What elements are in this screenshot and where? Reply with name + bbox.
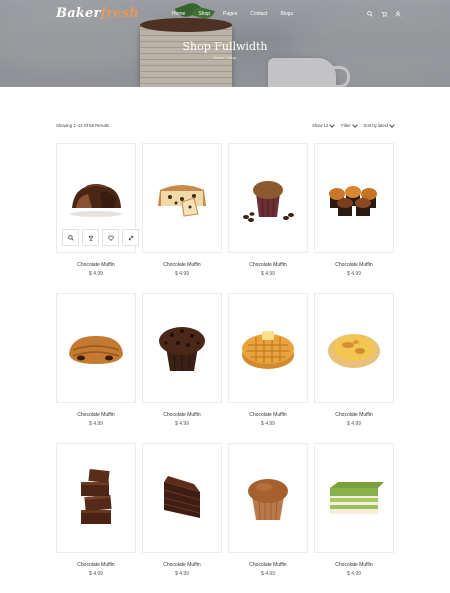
product-image[interactable] [142,143,222,253]
product-price: $ 4.99 [89,421,103,427]
user-icon[interactable] [394,10,401,17]
product-actions [62,229,139,246]
product-card[interactable]: Chocolate Muffin $ 4.99 [228,293,308,443]
chevron-down-icon [389,121,395,128]
expand-icon [128,235,133,240]
chevron-down-icon [329,121,336,128]
menu-item-pages[interactable]: Pages [223,11,237,17]
chocolate-cake-slice-image [163,476,201,518]
product-card[interactable]: Chocolate Muffin $ 4.99 [314,143,394,293]
product-card[interactable]: Chocolate Muffin $ 4.99 [56,293,136,443]
plain-muffin-image [248,479,288,521]
product-name[interactable]: Chocolate Muffin [228,262,308,268]
product-name[interactable]: Chocolate Muffin [228,562,308,568]
expand-button[interactable] [122,229,139,246]
search-icon [67,234,74,241]
filter-label: Filter [341,123,351,128]
product-price: $ 4.99 [261,421,275,427]
product-image[interactable] [142,443,222,553]
product-name[interactable]: Chocolate Muffin [56,262,136,268]
compare-button[interactable] [82,229,99,246]
menu-item-contact[interactable]: Contact [250,11,267,17]
product-grid: Chocolate Muffin $ 4.99 Chocolate Muffin… [56,143,394,593]
site-logo[interactable]: Bakerfresh [56,6,139,21]
nav-icons [366,10,401,17]
chocolate-bundt-cake-image [70,184,122,217]
menu-item-blogs[interactable]: Blogs [280,11,293,17]
product-price: $ 4.99 [89,271,103,277]
product-price: $ 4.99 [261,271,275,277]
compare-icon [88,235,93,241]
heart-icon [107,235,114,241]
menu-item-shop[interactable]: Shop [198,11,210,17]
show-count-dropdown[interactable]: Show 12 [311,121,336,128]
product-name[interactable]: Chocolate Muffin [142,412,222,418]
sort-label: Sort by latest [363,123,388,128]
logo-accent-text: fresh [100,6,140,21]
cart-icon[interactable] [380,10,387,17]
product-image[interactable] [228,143,308,253]
product-name[interactable]: Chocolate Muffin [56,412,136,418]
filter-dropdown[interactable]: Filter [341,121,358,128]
product-name[interactable]: Chocolate Muffin [314,562,394,568]
chevron-down-icon [351,121,358,128]
product-name[interactable]: Chocolate Muffin [56,562,136,568]
waffle-with-butter-image [242,331,294,369]
main-menu: Home Shop Pages Contact Blogs [172,11,306,17]
muffin-with-coffee-beans-image [243,181,294,222]
product-name[interactable]: Chocolate Muffin [142,562,222,568]
product-image[interactable] [314,143,394,253]
hero-banner: Bakerfresh Home Shop Pages Contact Blogs… [0,0,450,87]
top-navigation: Bakerfresh Home Shop Pages Contact Blogs [0,0,450,28]
show-count-label: Show 12 [311,123,329,128]
egg-tart-image [328,334,380,368]
product-image[interactable] [142,293,222,403]
search-icon[interactable] [366,10,373,17]
product-card[interactable]: Chocolate Muffin $ 4.99 [142,143,222,293]
product-price: $ 4.99 [175,421,189,427]
product-card[interactable]: Chocolate Muffin $ 4.99 [142,293,222,443]
page-title: Shop Fullwidth [182,40,268,53]
sliced-pound-cake-image [158,185,206,217]
product-name[interactable]: Chocolate Muffin [228,412,308,418]
product-price: $ 4.99 [261,571,275,577]
product-card[interactable]: Chocolate Muffin $ 4.99 [228,143,308,293]
mini-muffins-image [329,186,377,216]
product-image[interactable] [56,143,139,253]
logo-main-text: Baker [56,6,101,21]
product-price: $ 4.99 [347,271,361,277]
product-image[interactable] [56,443,136,553]
menu-item-home[interactable]: Home [172,11,185,17]
product-card[interactable]: Chocolate Muffin $ 4.99 [314,293,394,443]
product-image[interactable] [228,293,308,403]
product-price: $ 4.99 [347,421,361,427]
product-price: $ 4.99 [89,571,103,577]
product-price: $ 4.99 [347,571,361,577]
product-price: $ 4.99 [175,571,189,577]
product-image[interactable] [314,443,394,553]
pain-au-chocolat-image [69,336,123,364]
breadcrumb: Home / Shop [213,55,237,60]
matcha-cake-image [330,482,384,514]
product-card[interactable]: Chocolate Muffin $ 4.99 [56,143,139,293]
product-image[interactable] [228,443,308,553]
quick-view-button[interactable] [62,229,79,246]
product-name[interactable]: Chocolate Muffin [314,262,394,268]
chocolate-chip-muffin-image [159,327,205,372]
shop-tools: Show 12 Filter Sort by latest [311,121,395,128]
product-price: $ 4.99 [175,271,189,277]
product-image[interactable] [56,293,136,403]
product-image[interactable] [314,293,394,403]
results-count: Showing 1–12 Of 56 Results [56,123,110,128]
wishlist-button[interactable] [102,229,119,246]
product-name[interactable]: Chocolate Muffin [142,262,222,268]
shop-toolbar: Showing 1–12 Of 56 Results Show 12 Filte… [56,121,395,131]
sort-dropdown[interactable]: Sort by latest [363,121,395,128]
brownie-stack-image [81,468,112,524]
product-name[interactable]: Chocolate Muffin [314,412,394,418]
